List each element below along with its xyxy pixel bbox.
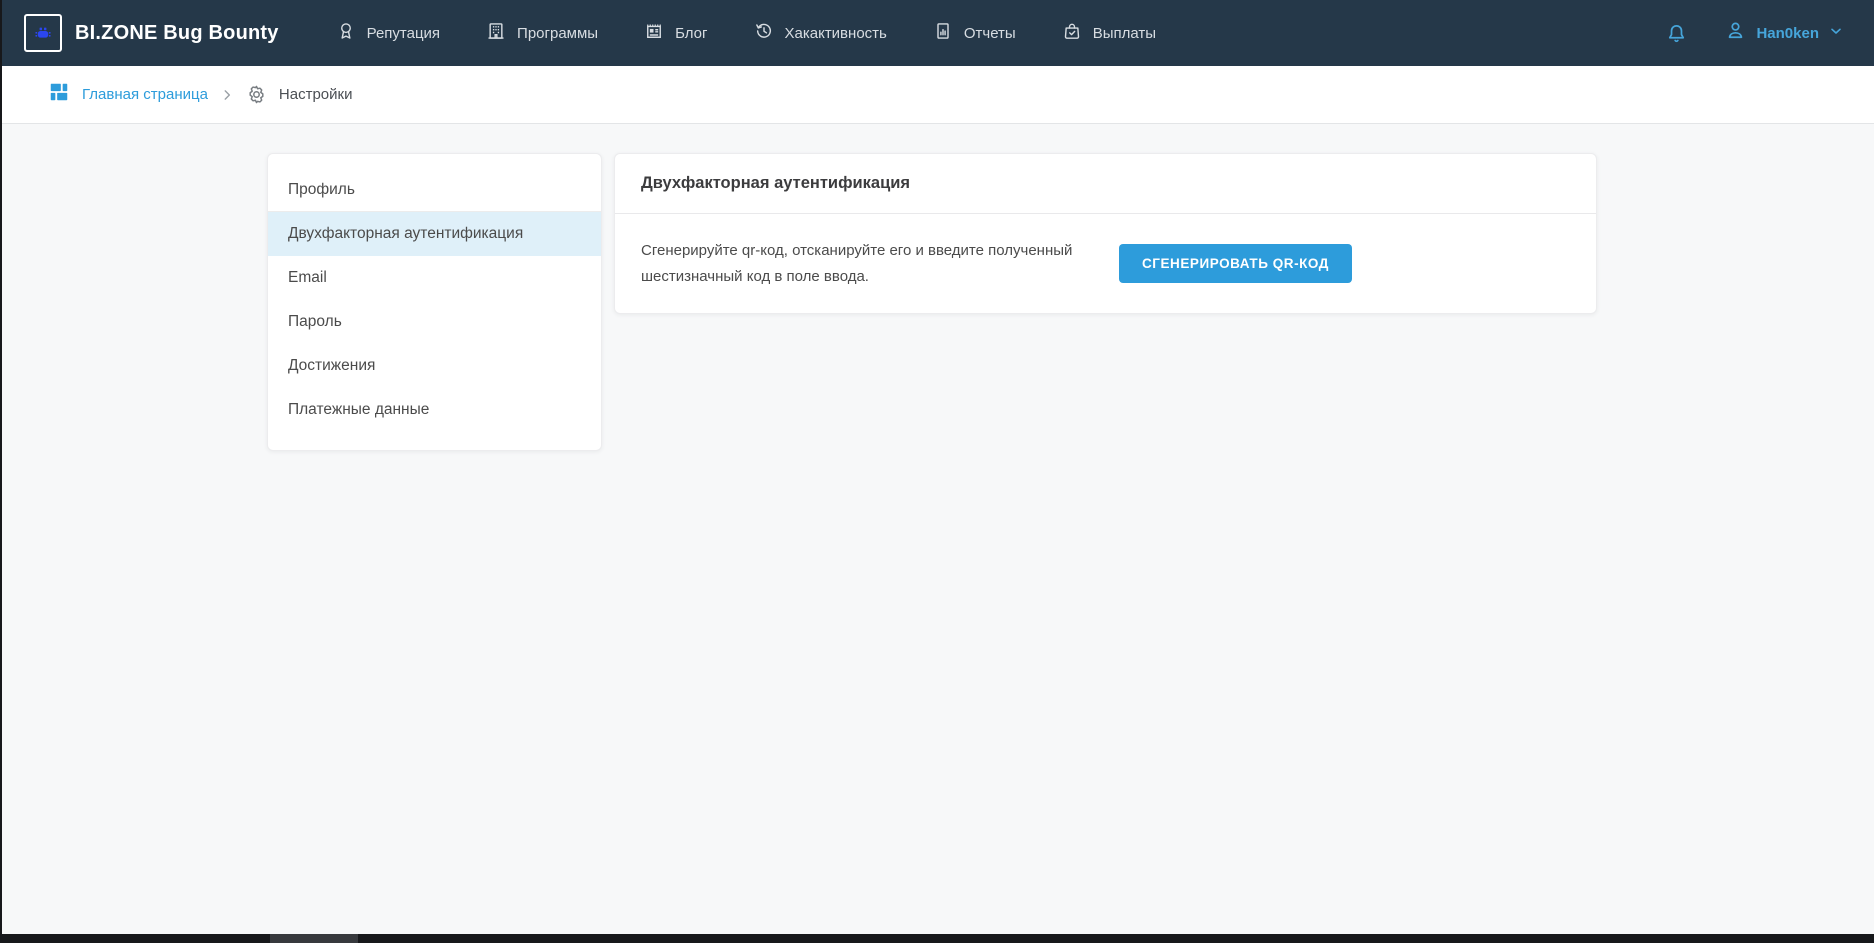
history-icon: [754, 21, 774, 45]
settings-item-password[interactable]: Пароль: [268, 300, 601, 344]
settings-item-label: Email: [288, 269, 327, 287]
settings-item-profile[interactable]: Профиль: [268, 168, 601, 212]
nav-item-reports[interactable]: Отчеты: [910, 21, 1039, 45]
gear-icon: [246, 84, 267, 105]
dashboard-icon: [48, 81, 70, 108]
two-factor-card: Двухфакторная аутентификация Сгенерируйт…: [614, 153, 1597, 314]
two-factor-card-header: Двухфакторная аутентификация: [615, 154, 1596, 214]
breadcrumb-current: Настройки: [246, 84, 353, 105]
breadcrumb: Главная страница Настройки: [0, 66, 1874, 124]
settings-item-label: Достижения: [288, 357, 375, 375]
two-factor-card-body: Сгенерируйте qr-код, отсканируйте его и …: [615, 214, 1596, 313]
building-icon: [486, 21, 506, 45]
settings-item-achievements[interactable]: Достижения: [268, 344, 601, 388]
page-title: Двухфакторная аутентификация: [641, 174, 910, 193]
breadcrumb-current-label: Настройки: [279, 86, 353, 103]
nav-item-label: Отчеты: [964, 25, 1016, 42]
main-nav: Репутация Программы Блог: [313, 21, 1179, 45]
chevron-right-icon: [220, 88, 234, 102]
payout-bag-icon: [1062, 21, 1082, 45]
breadcrumb-home[interactable]: Главная страница: [48, 81, 208, 108]
nav-item-label: Программы: [517, 25, 598, 42]
nav-item-programs[interactable]: Программы: [463, 21, 621, 45]
settings-item-payment-details[interactable]: Платежные данные: [268, 388, 601, 432]
nav-item-label: Выплаты: [1093, 25, 1156, 42]
nav-item-reputation[interactable]: Репутация: [313, 21, 463, 45]
user-menu[interactable]: Han0ken: [1724, 19, 1844, 47]
nav-item-hackactivity[interactable]: Хакактивность: [731, 21, 910, 45]
newspaper-icon: [644, 21, 664, 45]
breadcrumb-home-link[interactable]: Главная страница: [82, 86, 208, 103]
scrollbar-thumb[interactable]: [270, 934, 358, 943]
settings-item-label: Платежные данные: [288, 401, 429, 419]
settings-item-label: Двухфакторная аутентификация: [288, 225, 523, 243]
settings-item-label: Профиль: [288, 181, 355, 199]
settings-item-email[interactable]: Email: [268, 256, 601, 300]
settings-nav-card: Профиль Двухфакторная аутентификация Ema…: [267, 153, 602, 451]
settings-item-label: Пароль: [288, 313, 342, 331]
horizontal-scrollbar[interactable]: [0, 934, 1874, 943]
generate-qr-button[interactable]: СГЕНЕРИРОВАТЬ QR-КОД: [1119, 244, 1352, 283]
nav-item-blog[interactable]: Блог: [621, 21, 730, 45]
brand-home-link[interactable]: BI.ZONE Bug Bounty: [24, 14, 279, 52]
nav-item-payouts[interactable]: Выплаты: [1039, 21, 1179, 45]
bell-icon[interactable]: [1665, 22, 1688, 45]
brand-title: BI.ZONE Bug Bounty: [75, 22, 279, 45]
content-area: Профиль Двухфакторная аутентификация Ema…: [0, 124, 1874, 943]
settings-item-2fa[interactable]: Двухфакторная аутентификация: [268, 212, 601, 256]
nav-item-label: Хакактивность: [785, 25, 887, 42]
report-chart-icon: [933, 21, 953, 45]
top-navbar: BI.ZONE Bug Bounty Репутация Программы: [0, 0, 1874, 66]
user-icon: [1724, 19, 1747, 47]
navbar-right: Han0ken: [1665, 19, 1844, 47]
user-name: Han0ken: [1756, 25, 1819, 42]
nav-item-label: Блог: [675, 25, 707, 42]
chevron-down-icon: [1828, 23, 1844, 44]
window-left-edge: [0, 0, 2, 943]
two-factor-description: Сгенерируйте qr-код, отсканируйте его и …: [641, 238, 1081, 288]
medal-icon: [336, 21, 356, 45]
nav-item-label: Репутация: [367, 25, 440, 42]
bug-icon: [24, 14, 62, 52]
